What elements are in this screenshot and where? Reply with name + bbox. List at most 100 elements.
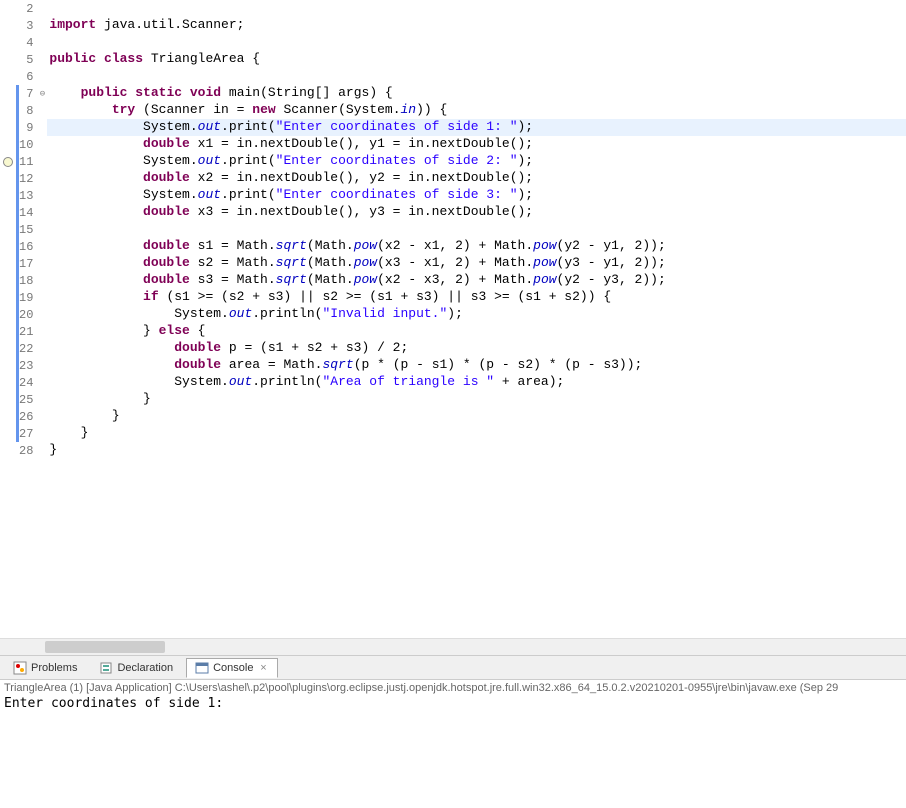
code-line[interactable]: System.out.print("Enter coordinates of s… [47, 153, 906, 170]
line-number: 5 [19, 53, 37, 67]
code-line[interactable] [47, 68, 906, 85]
code-line[interactable]: if (s1 >= (s2 + s3) || s2 >= (s1 + s3) |… [47, 289, 906, 306]
code-line[interactable]: } [47, 442, 906, 459]
gutter-row[interactable]: 26 [0, 408, 47, 425]
gutter-row[interactable]: 20 [0, 306, 47, 323]
fold-column[interactable]: ⊖ [37, 89, 47, 99]
line-number: 8 [19, 104, 37, 118]
gutter-row[interactable]: 18 [0, 272, 47, 289]
line-number: 7 [19, 87, 37, 101]
code-area[interactable]: 234567⊖891011121314151617181920212223242… [0, 0, 906, 638]
code-line[interactable]: double x1 = in.nextDouble(), y1 = in.nex… [47, 136, 906, 153]
console-output: Enter coordinates of side 1: [4, 694, 902, 713]
code-line[interactable]: try (Scanner in = new Scanner(System.in)… [47, 102, 906, 119]
gutter-row[interactable]: 23 [0, 357, 47, 374]
tab-label: Declaration [117, 662, 173, 674]
line-number: 17 [19, 257, 37, 271]
gutter-row[interactable]: 22 [0, 340, 47, 357]
code-line[interactable] [47, 34, 906, 51]
code-line[interactable] [47, 0, 906, 17]
gutter-row[interactable]: 24 [0, 374, 47, 391]
code-line[interactable]: double s2 = Math.sqrt(Math.pow(x3 - x1, … [47, 255, 906, 272]
code-line[interactable]: double p = (s1 + s2 + s3) / 2; [47, 340, 906, 357]
line-number: 13 [19, 189, 37, 203]
scrollbar-thumb[interactable] [45, 641, 165, 653]
line-number: 28 [19, 444, 37, 458]
line-number: 12 [19, 172, 37, 186]
line-number: 19 [19, 291, 37, 305]
gutter[interactable]: 234567⊖891011121314151617181920212223242… [0, 0, 47, 638]
line-number: 15 [19, 223, 37, 237]
line-number: 22 [19, 342, 37, 356]
code-line[interactable]: double area = Math.sqrt(p * (p - s1) * (… [47, 357, 906, 374]
gutter-row[interactable]: 10 [0, 136, 47, 153]
tab-label: Console [213, 662, 253, 674]
gutter-row[interactable]: 14 [0, 204, 47, 221]
line-number: 11 [19, 155, 37, 169]
code-line[interactable]: System.out.print("Enter coordinates of s… [47, 119, 906, 136]
gutter-row[interactable]: 25 [0, 391, 47, 408]
code-line[interactable]: public class TriangleArea { [47, 51, 906, 68]
marker-icon [3, 157, 13, 167]
line-number: 14 [19, 206, 37, 220]
code-line[interactable]: double s3 = Math.sqrt(Math.pow(x2 - x3, … [47, 272, 906, 289]
gutter-row[interactable]: 5 [0, 51, 47, 68]
console-description: TriangleArea (1) [Java Application] C:\U… [4, 682, 902, 694]
code-line[interactable]: } [47, 408, 906, 425]
declaration-icon [99, 661, 113, 675]
code-line[interactable]: public static void main(String[] args) { [47, 85, 906, 102]
close-icon[interactable]: × [257, 662, 269, 674]
code-line[interactable]: double x2 = in.nextDouble(), y2 = in.nex… [47, 170, 906, 187]
gutter-row[interactable]: 27 [0, 425, 47, 442]
code-line[interactable]: System.out.print("Enter coordinates of s… [47, 187, 906, 204]
console-body[interactable]: TriangleArea (1) [Java Application] C:\U… [0, 680, 906, 715]
gutter-row[interactable]: 17 [0, 255, 47, 272]
tab-console[interactable]: Console × [186, 658, 278, 678]
gutter-row[interactable]: 28 [0, 442, 47, 459]
gutter-row[interactable]: 6 [0, 68, 47, 85]
gutter-row[interactable]: 8 [0, 102, 47, 119]
line-number: 26 [19, 410, 37, 424]
line-number: 16 [19, 240, 37, 254]
code-line[interactable]: System.out.println("Area of triangle is … [47, 374, 906, 391]
line-number: 6 [19, 70, 37, 84]
line-number: 18 [19, 274, 37, 288]
line-number: 27 [19, 427, 37, 441]
gutter-row[interactable]: 9 [0, 119, 47, 136]
bottom-panel: Problems Declaration Console × TriangleA… [0, 655, 906, 715]
code-line[interactable]: System.out.println("Invalid input."); [47, 306, 906, 323]
horizontal-scrollbar[interactable] [0, 638, 906, 655]
gutter-row[interactable]: 7⊖ [0, 85, 47, 102]
gutter-row[interactable]: 13 [0, 187, 47, 204]
panel-tabs: Problems Declaration Console × [0, 656, 906, 680]
code-line[interactable]: import java.util.Scanner; [47, 17, 906, 34]
line-number: 4 [19, 36, 37, 50]
tab-declaration[interactable]: Declaration [90, 658, 182, 678]
gutter-row[interactable]: 19 [0, 289, 47, 306]
code-line[interactable]: double s1 = Math.sqrt(Math.pow(x2 - x1, … [47, 238, 906, 255]
editor-pane: 234567⊖891011121314151617181920212223242… [0, 0, 906, 655]
gutter-row[interactable]: 16 [0, 238, 47, 255]
gutter-row[interactable]: 15 [0, 221, 47, 238]
gutter-row[interactable]: 12 [0, 170, 47, 187]
code-line[interactable]: } [47, 425, 906, 442]
code-line[interactable]: } [47, 391, 906, 408]
problems-icon [13, 661, 27, 675]
code-lines[interactable]: import java.util.Scanner; public class Tr… [47, 0, 906, 638]
code-line[interactable] [47, 221, 906, 238]
gutter-row[interactable]: 4 [0, 34, 47, 51]
line-number: 2 [19, 2, 37, 16]
gutter-row[interactable]: 21 [0, 323, 47, 340]
tab-problems[interactable]: Problems [4, 658, 86, 678]
line-number: 24 [19, 376, 37, 390]
gutter-row[interactable]: 11 [0, 153, 47, 170]
gutter-row[interactable]: 2 [0, 0, 47, 17]
line-number: 20 [19, 308, 37, 322]
code-line[interactable]: } else { [47, 323, 906, 340]
tab-label: Problems [31, 662, 77, 674]
code-line[interactable]: double x3 = in.nextDouble(), y3 = in.nex… [47, 204, 906, 221]
gutter-row[interactable]: 3 [0, 17, 47, 34]
marker-column [0, 157, 16, 167]
line-number: 10 [19, 138, 37, 152]
console-icon [195, 661, 209, 675]
